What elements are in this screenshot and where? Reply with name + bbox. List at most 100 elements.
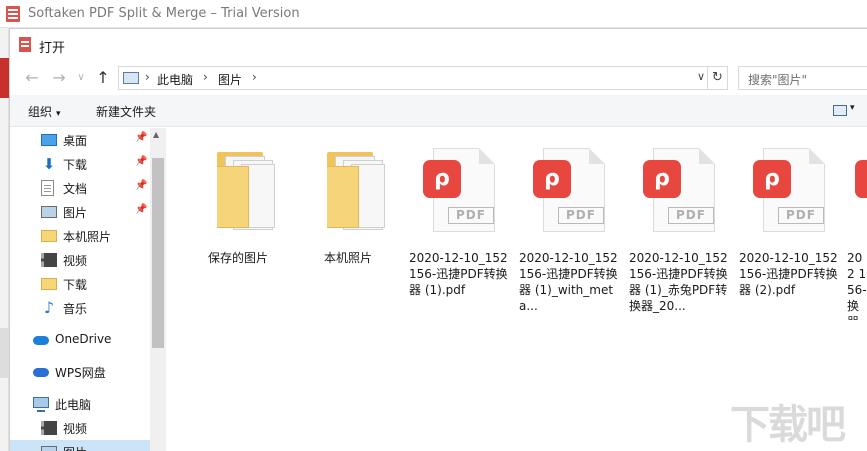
sidebar-item-label: 音乐 [63,302,88,316]
onedrive-icon [33,336,49,345]
file-name: 2020-12-10_152156-迅捷PDF转换器 (1)_with_meta… [519,251,618,313]
app-titlebar: Softaken PDF Split & Merge – Trial Versi… [0,0,867,28]
refresh-icon[interactable]: ↻ [707,67,727,89]
pdf-file-item[interactable]: PDF ρ 2020-12-10_152156-迅捷PDF转换器 (1).pdf [405,140,511,320]
forward-arrow-icon[interactable]: → [48,67,70,89]
scrollbar-thumb[interactable] [152,158,164,348]
folder-icon [41,230,57,242]
watermark-logo: 下载吧 [730,402,846,448]
pdf-file-icon: PDF ρ [423,148,495,236]
desktop-icon [41,134,57,146]
video-icon [41,253,57,267]
sidebar-item-label: 图片 [63,444,87,451]
sidebar-item-download-folder[interactable]: 下载 [10,272,150,296]
pdf-app-badge-icon: ρ [753,160,791,198]
pdf-file-item[interactable]: ρ 202 156- 换器 [845,140,867,320]
caret-down-icon: ▾ [56,109,61,119]
pdf-file-icon: PDF ρ [643,148,715,236]
sidebar-item-onedrive[interactable]: OneDrive [10,328,150,352]
sidebar-item-label: 本机照片 [63,230,112,244]
sidebar-item-pc-videos[interactable]: 视频 [10,416,150,440]
navigation-bar: ← → ∨ ↑ › 此电脑 › 图片 › ∨ ↻ 搜索"图片" [10,62,867,94]
view-options-icon[interactable] [833,105,847,116]
sidebar-item-label: 文档 [63,182,88,196]
pictures-icon [41,206,57,218]
pin-icon: 📌 [135,180,148,191]
app-pdf-icon [6,6,20,22]
breadcrumb-separator[interactable]: › [203,70,208,84]
address-dropdown-chevron-icon[interactable]: ∨ [697,70,705,83]
file-name: 本机照片 [323,251,372,265]
download-icon: ⬇ [42,155,56,173]
pdf-file-item[interactable]: PDF ρ 2020-12-10_152156-迅捷PDF转换器 (1)_赤兔P… [625,140,731,320]
pdf-file-item[interactable]: PDF ρ 2020-12-10_152156-迅捷PDF转换器 (2).pdf [735,140,841,320]
command-toolbar: 组织 ▾ 新建文件夹 ▾ [10,95,867,127]
sidebar-item-videos[interactable]: 视频 [10,248,150,272]
folder-item[interactable]: 本机照片 [295,140,401,320]
sidebar-item-label: 视频 [63,422,88,436]
sidebar-item-downloads[interactable]: ⬇ 下载 📌 [10,152,150,176]
computer-icon [33,397,49,412]
file-name: 2020-12-10_152156-迅捷PDF转换器 (2).pdf [739,251,838,297]
folder-icon [313,148,385,236]
breadcrumb-separator[interactable]: › [145,70,150,84]
app-background-panel [0,28,9,451]
pictures-location-icon [123,72,139,84]
sidebar-item-wps-cloud[interactable]: WPS网盘 [10,360,150,384]
folder-icon [203,148,275,236]
folder-icon [41,278,57,290]
search-placeholder: 搜索"图片" [748,73,808,87]
sidebar-item-camera-roll[interactable]: 本机照片 [10,224,150,248]
dialog-pdf-icon [19,37,31,52]
pdf-app-badge-icon: ρ [855,160,867,198]
pdf-app-badge-icon: ρ [533,160,571,198]
new-folder-button[interactable]: 新建文件夹 [96,103,156,120]
folder-item[interactable]: 保存的图片 [185,140,291,320]
sidebar-item-label: 此电脑 [55,398,92,412]
file-name: 保存的图片 [207,251,268,265]
file-name: 2020-12-10_152156-迅捷PDF转换器 (1).pdf [409,251,508,297]
file-name: 202 156- 换器 [847,251,867,320]
wps-cloud-icon [33,368,49,377]
pin-icon: 📌 [135,156,148,167]
pdf-label: PDF [558,207,604,224]
sidebar-item-label: 视频 [63,254,88,268]
up-arrow-icon[interactable]: ↑ [92,67,114,89]
sidebar-item-documents[interactable]: 文档 📌 [10,176,150,200]
sidebar-scrollbar[interactable]: ▲ [150,128,166,451]
search-input[interactable]: 搜索"图片" [738,66,867,90]
sidebar-item-pc-pictures[interactable]: 图片 [10,440,150,451]
pdf-file-item[interactable]: PDF ρ 2020-12-10_152156-迅捷PDF转换器 (1)_wit… [515,140,621,320]
sidebar-item-label: 桌面 [63,134,88,148]
pdf-app-badge-icon: ρ [643,160,681,198]
sidebar-item-label: 下载 [63,278,88,292]
sidebar-item-pictures[interactable]: 图片 📌 [10,200,150,224]
recent-locations-chevron-icon[interactable]: ∨ [70,67,92,89]
sidebar-item-music[interactable]: ♪ 音乐 [10,296,150,320]
pin-icon: 📌 [135,132,148,143]
pdf-app-badge-icon: ρ [423,160,461,198]
breadcrumb-separator[interactable]: › [252,70,257,84]
breadcrumb-this-pc[interactable]: 此电脑 [157,71,193,88]
pdf-file-icon: ρ [855,148,867,236]
back-arrow-icon[interactable]: ← [21,67,43,89]
sidebar-item-label: OneDrive [55,332,112,346]
breadcrumb-pictures[interactable]: 图片 [218,71,242,88]
sidebar-item-desktop[interactable]: 桌面 📌 [10,128,150,152]
pdf-label: PDF [448,207,494,224]
organize-button[interactable]: 组织 ▾ [28,103,61,120]
view-caret-down-icon[interactable]: ▾ [850,103,855,113]
dialog-titlebar: 打开 [10,29,867,61]
scroll-up-icon[interactable]: ▲ [153,130,159,139]
sidebar-item-label: WPS网盘 [55,366,106,380]
address-bar[interactable]: › 此电脑 › 图片 › ∨ ↻ [118,66,728,90]
sidebar-item-label: 下载 [63,158,88,172]
pictures-icon [41,446,57,451]
pdf-file-icon: PDF ρ [533,148,605,236]
dialog-title: 打开 [39,41,66,56]
organize-label: 组织 [28,105,53,119]
pin-icon: 📌 [135,204,148,215]
sidebar-item-this-pc[interactable]: 此电脑 [10,392,150,416]
app-title: Softaken PDF Split & Merge – Trial Versi… [28,6,300,21]
open-file-dialog: 打开 ← → ∨ ↑ › 此电脑 › 图片 › ∨ ↻ 搜索"图片" 组织 ▾ 新… [9,28,867,451]
